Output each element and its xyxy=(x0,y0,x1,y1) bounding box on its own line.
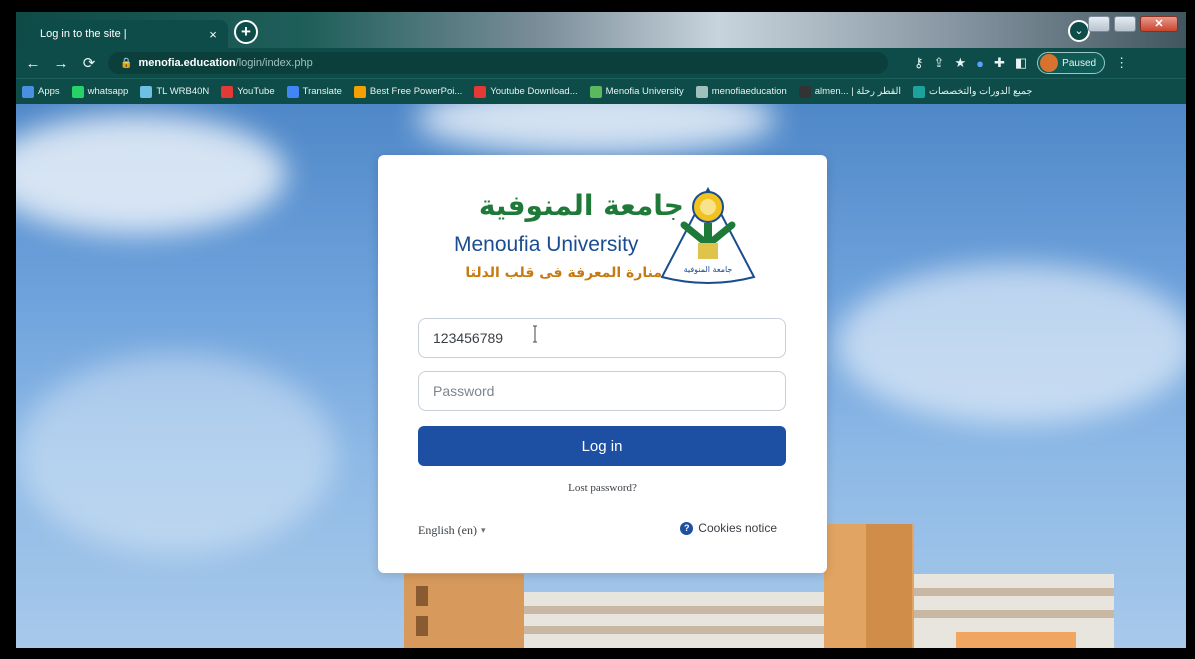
bookmark-item[interactable]: جميع الدورات والتخصصات xyxy=(913,85,1033,98)
bookmark-item[interactable]: whatsapp xyxy=(71,85,129,98)
login-button[interactable]: Log in xyxy=(418,426,786,466)
extension-icon[interactable]: ● xyxy=(976,56,984,71)
bookmark-item[interactable]: Best Free PowerPoi... xyxy=(353,85,463,98)
question-circle-icon: ? xyxy=(680,521,694,535)
translate-icon xyxy=(286,85,299,98)
maximize-button[interactable] xyxy=(1114,16,1136,32)
bookmark-item[interactable]: Apps xyxy=(22,85,60,98)
profile-avatar xyxy=(1040,54,1059,72)
logo-english-name: Menoufia University xyxy=(454,233,639,256)
lost-password-link[interactable]: Lost password? xyxy=(378,482,827,494)
youtube-download-icon xyxy=(474,85,487,98)
bookmark-label: Apps xyxy=(38,86,60,97)
courses-icon xyxy=(913,85,926,98)
cookies-notice-link[interactable]: ? Cookies notice xyxy=(680,521,777,535)
url-domain: menofia.education xyxy=(138,57,236,69)
bookmark-item[interactable]: menofiaeducation xyxy=(695,85,787,98)
close-window-button[interactable]: ✕ xyxy=(1140,16,1178,32)
reload-icon[interactable]: ⟳ xyxy=(78,54,100,72)
username-input[interactable] xyxy=(418,318,786,358)
logo-slogan: منارة المعرفة فى قلب الدلتا xyxy=(465,265,662,281)
bookmark-item[interactable]: Youtube Download... xyxy=(474,85,578,98)
emblem-caption: جامعة المنوفية xyxy=(683,265,733,274)
text-cursor-icon xyxy=(533,325,537,343)
bookmark-label: جميع الدورات والتخصصات xyxy=(929,86,1033,97)
whatsapp-icon xyxy=(71,85,84,98)
share-icon[interactable]: ⇪ xyxy=(934,55,945,71)
bookmarks-bar: Apps whatsapp TL WRB40N YouTube Translate Bes… xyxy=(16,78,1186,104)
language-selector[interactable]: English (en) ▾ xyxy=(418,523,486,538)
minimize-button[interactable] xyxy=(1088,16,1110,32)
browser-toolbar: ← → ⟳ 🔒 menofia.education /login/index.p… xyxy=(16,48,1186,78)
cloud-decoration xyxy=(16,114,286,234)
tplink-icon xyxy=(140,85,153,98)
back-arrow-icon[interactable]: ← xyxy=(22,55,44,72)
window-controls: ✕ xyxy=(1088,16,1178,32)
forward-arrow-icon[interactable]: → xyxy=(50,55,72,72)
browser-window: Log in to the site | × + ⌄ ✕ ← → ⟳ 🔒 men… xyxy=(16,12,1186,648)
tab-login[interactable]: Log in to the site | × xyxy=(26,20,228,48)
bookmark-item[interactable]: Translate xyxy=(286,85,342,98)
profile-button[interactable]: Paused xyxy=(1037,52,1106,74)
bookmark-label: Youtube Download... xyxy=(490,86,578,97)
bookmark-label: almen... | القطر رحلة xyxy=(814,86,902,97)
bookmark-label: YouTube xyxy=(237,86,275,97)
screenshot-frame: Log in to the site | × + ⌄ ✕ ← → ⟳ 🔒 men… xyxy=(0,0,1195,659)
bookmark-item[interactable]: TL WRB40N xyxy=(140,85,210,98)
powerpoint-icon xyxy=(353,85,366,98)
university-icon xyxy=(589,85,602,98)
chevron-down-icon: ▾ xyxy=(481,525,486,535)
tab-title: Log in to the site | xyxy=(40,28,127,40)
bookmark-star-icon[interactable]: ★ xyxy=(954,55,966,71)
tab-search-icon[interactable]: ⌄ xyxy=(1068,20,1090,42)
bookmark-label: Menofia University xyxy=(605,86,684,97)
address-bar[interactable]: 🔒 menofia.education /login/index.php xyxy=(108,52,888,74)
password-input[interactable] xyxy=(418,371,786,411)
bookmark-label: Best Free PowerPoi... xyxy=(369,86,463,97)
tab-close-icon[interactable]: × xyxy=(204,27,222,42)
bookmark-label: Translate xyxy=(302,86,342,97)
bookmark-item[interactable]: almen... | القطر رحلة xyxy=(798,85,902,98)
bookmark-label: menofiaeducation xyxy=(711,86,787,97)
cloud-decoration xyxy=(416,104,776,154)
lock-icon: 🔒 xyxy=(120,57,133,69)
bookmark-label: whatsapp xyxy=(87,86,129,97)
cookies-notice-label: Cookies notice xyxy=(698,521,777,535)
bookmark-item[interactable]: Menofia University xyxy=(589,85,684,98)
side-panel-icon[interactable]: ◧ xyxy=(1015,55,1027,71)
bookmark-item[interactable]: YouTube xyxy=(221,85,275,98)
login-card: جامعة المنوفية Menoufia University منارة… xyxy=(378,155,827,573)
site-icon xyxy=(798,85,811,98)
page-background: جامعة المنوفية Menoufia University منارة… xyxy=(16,104,1186,648)
toolbar-actions: ⚷ ⇪ ★ ● ✚ ◧ Paused ⋮ xyxy=(914,52,1128,74)
new-tab-button[interactable]: + xyxy=(234,20,258,44)
university-logo: جامعة المنوفية Menoufia University منارة… xyxy=(438,185,758,295)
cloud-decoration xyxy=(16,354,336,554)
youtube-icon xyxy=(221,85,234,98)
apps-grid-icon xyxy=(22,85,34,98)
key-icon[interactable]: ⚷ xyxy=(914,55,924,71)
menu-kebab-icon[interactable]: ⋮ xyxy=(1115,55,1128,71)
extensions-puzzle-icon[interactable]: ✚ xyxy=(994,55,1005,71)
tab-strip: Log in to the site | × + ⌄ ✕ xyxy=(16,12,1186,48)
cloud-decoration xyxy=(836,264,1186,424)
language-label: English (en) xyxy=(418,523,477,537)
bookmark-label: TL WRB40N xyxy=(156,86,210,97)
globe-icon xyxy=(695,85,708,98)
url-path: /login/index.php xyxy=(235,57,313,69)
profile-status: Paused xyxy=(1062,57,1097,69)
